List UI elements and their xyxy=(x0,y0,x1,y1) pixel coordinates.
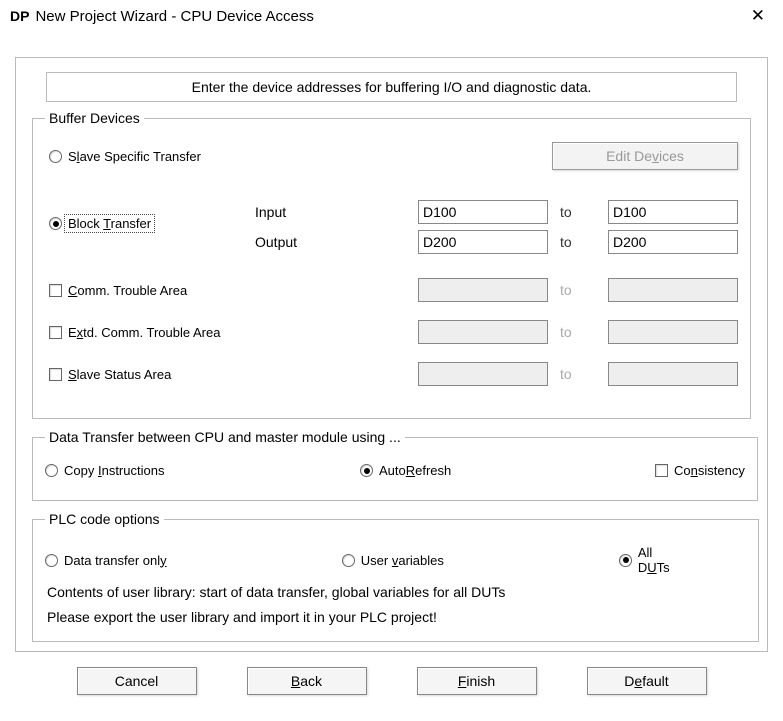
comm-from-field xyxy=(418,278,548,302)
plc-options-legend: PLC code options xyxy=(45,511,164,527)
default-button[interactable]: Default xyxy=(587,667,707,695)
data-transfer-legend: Data Transfer between CPU and master mod… xyxy=(45,429,405,445)
input-label: Input xyxy=(255,204,335,220)
input-from-field[interactable] xyxy=(418,200,548,224)
check-label: Extd. Comm. Trouble Area xyxy=(68,325,220,340)
radio-autorefresh[interactable]: AutoRefresh xyxy=(360,463,585,478)
radio-label: Data transfer only xyxy=(64,553,167,568)
window-title: New Project Wizard - CPU Device Access xyxy=(35,8,742,25)
radio-block-transfer[interactable]: Block Transfer xyxy=(45,214,255,233)
check-consistency[interactable]: Consistency xyxy=(655,463,745,478)
checkbox-icon xyxy=(655,464,668,477)
radio-data-transfer-only[interactable]: Data transfer only xyxy=(45,553,282,568)
to-label: to xyxy=(560,324,596,340)
titlebar: DP New Project Wizard - CPU Device Acces… xyxy=(0,0,783,32)
button-bar: Cancel Back Finish Default xyxy=(0,667,783,705)
to-label: to xyxy=(560,282,596,298)
check-comm-trouble[interactable]: Comm. Trouble Area xyxy=(45,283,255,298)
input-to-field[interactable] xyxy=(608,200,738,224)
to-label: to xyxy=(560,366,596,382)
radio-all-duts[interactable]: All DUTs xyxy=(619,545,686,575)
check-slave-status[interactable]: Slave Status Area xyxy=(45,367,255,382)
slave-from-field xyxy=(418,362,548,386)
radio-icon xyxy=(619,554,632,567)
edit-devices-button: Edit Devices xyxy=(552,142,738,170)
output-to-field[interactable] xyxy=(608,230,738,254)
radio-user-variables[interactable]: User variables xyxy=(342,553,559,568)
data-transfer-group: Data Transfer between CPU and master mod… xyxy=(32,429,758,501)
buffer-devices-group: Buffer Devices Slave Specific Transfer E… xyxy=(32,110,751,419)
check-label: Comm. Trouble Area xyxy=(68,283,187,298)
radio-label: All DUTs xyxy=(638,545,686,575)
radio-slave-specific[interactable]: Slave Specific Transfer xyxy=(45,142,255,170)
radio-icon xyxy=(49,150,62,163)
check-label: Consistency xyxy=(674,463,745,478)
radio-icon xyxy=(49,217,62,230)
checkbox-icon xyxy=(49,368,62,381)
radio-label: AutoRefresh xyxy=(379,463,451,478)
close-icon[interactable]: ✕ xyxy=(743,6,773,26)
radio-label: Slave Specific Transfer xyxy=(68,149,201,164)
radio-label: Copy Instructions xyxy=(64,463,164,478)
comm-to-field xyxy=(608,278,738,302)
radio-icon xyxy=(360,464,373,477)
to-label: to xyxy=(560,204,596,220)
plc-options-group: PLC code options Data transfer only User… xyxy=(32,511,759,642)
radio-icon xyxy=(45,554,58,567)
extd-to-field xyxy=(608,320,738,344)
output-from-field[interactable] xyxy=(418,230,548,254)
output-label: Output xyxy=(255,234,335,250)
radio-icon xyxy=(45,464,58,477)
radio-label: Block Transfer xyxy=(64,214,155,233)
checkbox-icon xyxy=(49,326,62,339)
back-button[interactable]: Back xyxy=(247,667,367,695)
finish-button[interactable]: Finish xyxy=(417,667,537,695)
slave-to-field xyxy=(608,362,738,386)
checkbox-icon xyxy=(49,284,62,297)
cancel-button[interactable]: Cancel xyxy=(77,667,197,695)
to-label: to xyxy=(560,234,596,250)
check-label: Slave Status Area xyxy=(68,367,171,382)
radio-label: User variables xyxy=(361,553,444,568)
buffer-devices-legend: Buffer Devices xyxy=(45,110,144,126)
app-icon: DP xyxy=(10,8,29,24)
instruction-text: Enter the device addresses for buffering… xyxy=(46,72,737,102)
radio-icon xyxy=(342,554,355,567)
check-extd-trouble[interactable]: Extd. Comm. Trouble Area xyxy=(45,325,255,340)
plc-text-1: Contents of user library: start of data … xyxy=(47,583,746,602)
radio-copy-instructions[interactable]: Copy Instructions xyxy=(45,463,290,478)
extd-from-field xyxy=(418,320,548,344)
dialog-body: Enter the device addresses for buffering… xyxy=(15,57,768,652)
plc-text-2: Please export the user library and impor… xyxy=(47,608,746,627)
